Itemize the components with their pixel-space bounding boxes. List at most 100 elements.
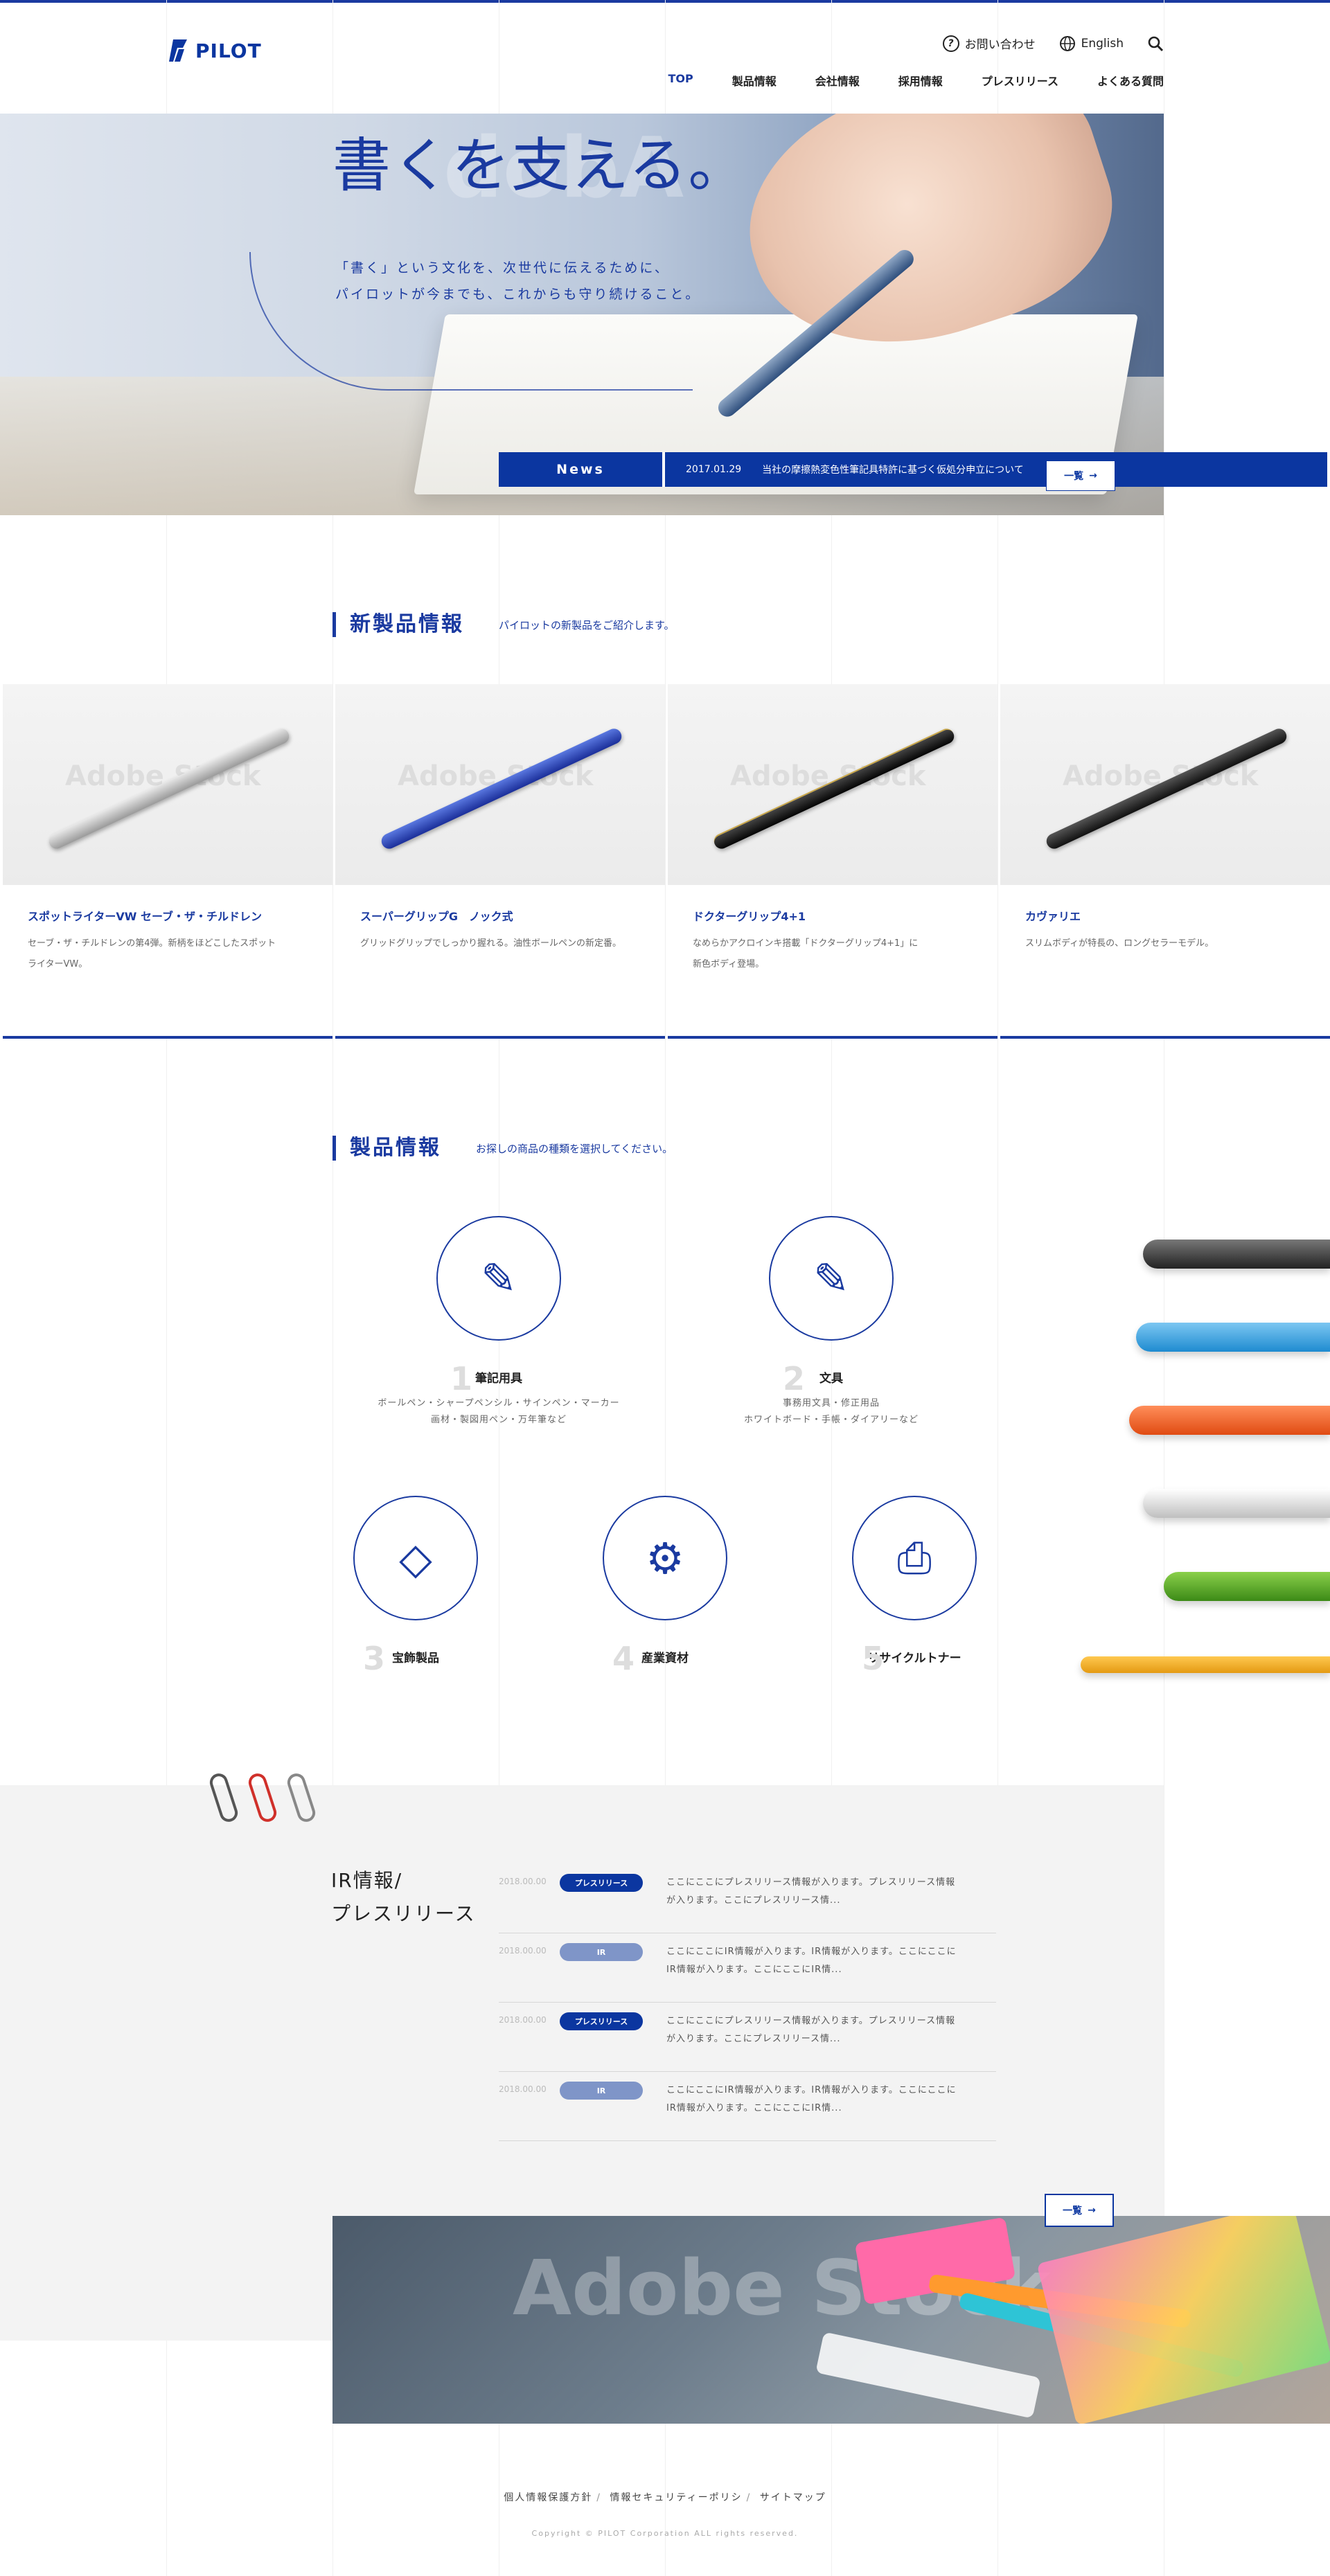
products-heading: 製品情報 お探しの商品の種類を選択してください。	[332, 1136, 673, 1161]
ir-list: 2018.00.00 プレスリリース ここにここにプレスリリース情報が入ります。…	[499, 1864, 996, 2141]
category-number: 2	[783, 1360, 806, 1397]
nav-company[interactable]: 会社情報	[815, 72, 860, 89]
ir-date: 2018.00.00	[499, 1877, 547, 1886]
list-item[interactable]: 2018.00.00 IR ここにここにIR情報が入ります。IR情報が入ります。…	[499, 2072, 996, 2141]
category-sub: ボールペン・シャープペンシル・サインペン・マーカー 画材・製図用ペン・万年筆など	[378, 1398, 620, 1425]
news-bar: News 2017.01.29 当社の摩擦熱変色性筆記具特許に基づく仮処分申立に…	[499, 452, 1327, 491]
category-toner[interactable]: ⎙ 5 リサイクルトナー	[810, 1496, 1018, 1677]
ir-more-button[interactable]: 一覧 →	[1045, 2194, 1114, 2227]
ir-tag: プレスリリース	[560, 2012, 643, 2030]
category-number: 1	[450, 1360, 473, 1397]
new-products-subtitle: パイロットの新製品をご紹介します。	[499, 618, 675, 632]
copyright: Copyright © PILOT Corporation ALL rights…	[531, 2529, 799, 2538]
ir-date: 2018.00.00	[499, 2084, 547, 2094]
new-products-title: 新製品情報	[332, 612, 464, 637]
category-label: 産業資材	[641, 1652, 689, 1665]
category-number: 4	[612, 1640, 635, 1677]
new-products-list: Adobe Stock スポットライターVW セーブ・ザ・チルドレン セーブ・ザ…	[0, 684, 1330, 1039]
category-label: 宝飾製品	[392, 1652, 439, 1665]
new-products-heading: 新製品情報 パイロットの新製品をご紹介します。	[332, 612, 675, 637]
product-image: Adobe Stock	[1000, 684, 1330, 885]
nav-products[interactable]: 製品情報	[732, 72, 777, 89]
nav-recruit[interactable]: 採用情報	[898, 72, 943, 89]
hero-subtitle-line1: 「書く」という文化を、次世代に伝えるために、	[335, 260, 670, 276]
hero-subtitle: 「書く」という文化を、次世代に伝えるために、 パイロットが今までも、これからも守…	[335, 255, 700, 307]
footer-links: 個人情報保護方針 / 情報セキュリティーポリシ / サイトマップ	[504, 2492, 826, 2503]
hero-title: 書くを支える。	[332, 132, 748, 199]
product-image: Adobe Stock	[335, 684, 665, 885]
ir-tag: プレスリリース	[560, 1874, 643, 1892]
english-link[interactable]: English	[1059, 35, 1124, 52]
ir-text: ここにここにプレスリリース情報が入ります。プレスリリース情報が入ります。ここにプ…	[666, 2016, 956, 2044]
category-jewelry[interactable]: ◇ 3 宝飾製品	[312, 1496, 520, 1677]
nav-top[interactable]: TOP	[668, 72, 693, 89]
ir-text: ここにここにプレスリリース情報が入ります。プレスリリース情報が入ります。ここにプ…	[666, 1877, 956, 1906]
pencil-icon: ✎	[436, 1216, 561, 1341]
product-card[interactable]: Adobe Stock ドクターグリップ4+1 なめらかアクロインキ搭載「ドクタ…	[668, 684, 998, 1039]
news-more-button[interactable]: 一覧 →	[1046, 460, 1115, 491]
product-card[interactable]: Adobe Stock スーパーグリップG ノック式 グリッドグリップでしっかり…	[335, 684, 665, 1039]
contact-label: お問い合わせ	[964, 38, 1036, 52]
product-name: カヴァリエ	[1025, 910, 1081, 923]
product-desc: グリッドグリップでしっかり握れる。油性ボールペンの新定番。	[360, 938, 622, 949]
globe-icon	[1059, 35, 1075, 51]
news-headline[interactable]: 当社の摩擦熱変色性筆記具特許に基づく仮処分申立について	[762, 463, 1024, 476]
news-date: 2017.01.29	[686, 464, 742, 475]
footer-sitemap-link[interactable]: サイトマップ	[760, 2492, 826, 2503]
category-writing[interactable]: ✎ 1 筆記用具 ボールペン・シャープペンシル・サインペン・マーカー 画材・製図用…	[360, 1216, 637, 1429]
machine-icon: ⚙	[603, 1496, 727, 1620]
question-icon: ?	[942, 35, 959, 52]
category-label: 筆記用具	[475, 1372, 522, 1386]
nav-faq[interactable]: よくある質問	[1097, 72, 1164, 89]
category-industrial[interactable]: ⚙ 4 産業資材	[561, 1496, 769, 1677]
decorative-pens	[1081, 1233, 1330, 1690]
utility-nav: ? お問い合わせ English	[942, 35, 1164, 52]
products-title: 製品情報	[332, 1136, 441, 1161]
list-item[interactable]: 2018.00.00 プレスリリース ここにここにプレスリリース情報が入ります。…	[499, 2003, 996, 2072]
ir-text: ここにここにIR情報が入ります。IR情報が入ります。ここにここにIR情報が入りま…	[666, 2085, 957, 2113]
product-name: ドクターグリップ4+1	[693, 910, 806, 923]
hero-subtitle-line2: パイロットが今までも、これからも守り続けること。	[335, 287, 701, 302]
top-accent-bar	[0, 0, 1330, 3]
ir-tag: IR	[560, 2082, 643, 2100]
footer-security-link[interactable]: 情報セキュリティーポリシ	[610, 2492, 742, 2503]
category-label: リサイクルトナー	[867, 1652, 961, 1665]
news-label: News	[499, 452, 665, 487]
nav-press[interactable]: プレスリリース	[982, 72, 1058, 89]
product-name: スポットライターVW セーブ・ザ・チルドレン	[28, 910, 263, 923]
category-sub: 事務用文具・修正用品 ホワイトボード・手帳・ダイアリーなど	[743, 1398, 919, 1425]
news-more-label: 一覧	[1064, 471, 1084, 482]
product-image: Adobe Stock	[668, 684, 998, 885]
printer-icon: ⎙	[852, 1496, 977, 1620]
stationery-photo: Adobe Stock	[332, 2216, 1330, 2424]
search-icon[interactable]	[1147, 35, 1164, 52]
pilot-logo-icon	[169, 39, 187, 62]
list-item[interactable]: 2018.00.00 IR ここにここにIR情報が入ります。IR情報が入ります。…	[499, 1933, 996, 2003]
main-nav: TOP 製品情報 会社情報 採用情報 プレスリリース よくある質問	[668, 72, 1164, 89]
pencil-icon: ✎	[769, 1216, 894, 1341]
ir-more-label: 一覧	[1063, 2206, 1083, 2217]
ir-date: 2018.00.00	[499, 2015, 547, 2025]
product-card[interactable]: Adobe Stock カヴァリエ スリムボディが特長の、ロングセラーモデル。	[1000, 684, 1330, 1039]
ir-date: 2018.00.00	[499, 1946, 547, 1956]
pilot-logo[interactable]: PILOT	[169, 38, 262, 63]
english-label: English	[1081, 36, 1124, 51]
list-item[interactable]: 2018.00.00 プレスリリース ここにここにプレスリリース情報が入ります。…	[499, 1864, 996, 1933]
contact-link[interactable]: ? お問い合わせ	[942, 35, 1036, 52]
ir-title: IR情報/ プレスリリース	[331, 1869, 476, 1925]
arrow-right-icon: →	[1089, 470, 1097, 481]
category-number: 5	[862, 1640, 885, 1677]
category-stationery[interactable]: ✎ 2 文具 事務用文具・修正用品 ホワイトボード・手帳・ダイアリーなど	[693, 1216, 970, 1429]
footer-privacy-link[interactable]: 個人情報保護方針	[504, 2492, 592, 2503]
product-desc: スリムボディが特長の、ロングセラーモデル。	[1025, 938, 1214, 949]
product-name: スーパーグリップG ノック式	[360, 910, 513, 923]
product-card[interactable]: Adobe Stock スポットライターVW セーブ・ザ・チルドレン セーブ・ザ…	[3, 684, 332, 1039]
logo-text: PILOT	[195, 39, 262, 62]
product-desc: なめらかアクロインキ搭載「ドクターグリップ4+1」に 新色ボディ登場。	[693, 938, 919, 969]
products-subtitle: お探しの商品の種類を選択してください。	[476, 1142, 673, 1155]
category-number: 3	[363, 1640, 386, 1677]
ir-text: ここにここにIR情報が入ります。IR情報が入ります。ここにここにIR情報が入りま…	[666, 1947, 957, 1975]
diamond-icon: ◇	[353, 1496, 478, 1620]
product-desc: セーブ・ザ・チルドレンの第4弾。新柄をほどこしたスポット ライターVW。	[28, 938, 276, 969]
category-label: 文具	[819, 1372, 843, 1386]
